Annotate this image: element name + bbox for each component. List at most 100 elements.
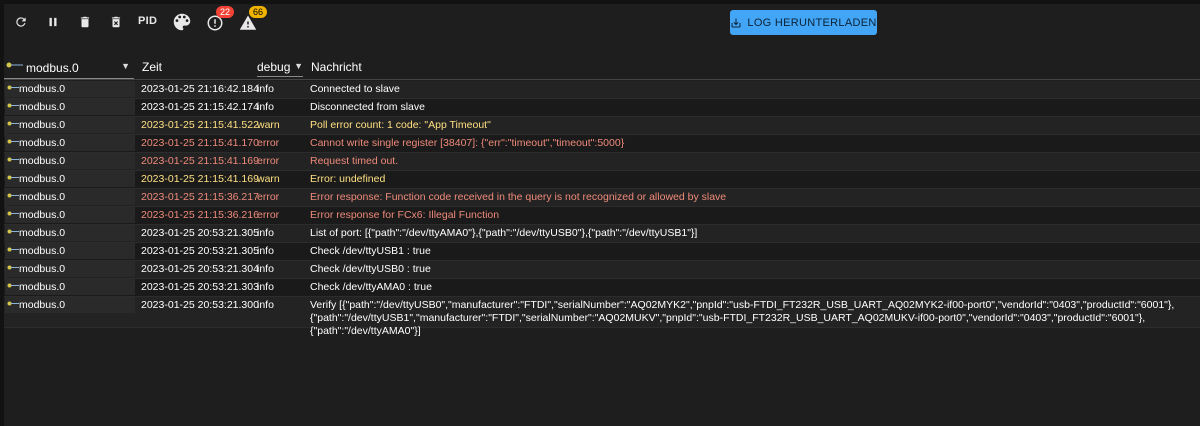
log-source: modbus.0 [19,245,66,257]
log-row: modbus.0 2023-01-25 21:16:42.184 info Conne… [4,81,1200,99]
log-level: info [257,245,274,257]
download-icon [731,18,741,27]
log-source: modbus.0 [19,299,66,311]
log-row: modbus.0 2023-01-25 21:15:41.522 warn Poll … [4,117,1200,135]
log-message: Request timed out. [310,155,399,167]
log-panel: PID 22 66 LOG HERUNTERLADEN modbus.0 ▼ Z… [4,4,1200,426]
log-source: modbus.0 [19,209,66,221]
log-row: modbus.0 2023-01-25 21:15:41.169 error Requ… [4,153,1200,171]
refresh-icon [16,17,26,27]
adapter-icon [7,175,19,180]
log-source: modbus.0 [19,281,66,293]
download-log-button[interactable]: LOG HERUNTERLADEN [730,10,877,35]
log-level: warn [257,119,280,131]
message-column-header: Nachricht [311,60,362,74]
log-level: warn [257,173,280,185]
chevron-down-icon: ▼ [121,61,130,71]
log-message: Error: undefined [310,173,386,185]
log-level: info [257,101,274,113]
log-source-cell: modbus.0 [5,117,135,133]
adapter-icon [7,157,19,162]
log-time: 2023-01-25 20:53:21.305 [141,227,259,239]
adapter-icon [7,265,19,270]
log-source-cell: modbus.0 [5,261,135,277]
log-row: modbus.0 2023-01-25 20:53:21.305 info Check… [4,243,1200,261]
log-message: List of port: [{"path":"/dev/ttyAMA0"},{… [310,227,698,239]
palette-button[interactable] [170,10,194,34]
adapter-icon [7,103,19,108]
log-source: modbus.0 [19,137,66,149]
log-source: modbus.0 [19,155,66,167]
log-source-cell: modbus.0 [5,171,135,187]
log-time: 2023-01-25 21:15:36.216 [141,209,259,221]
log-level: error [257,137,280,149]
log-source-cell: modbus.0 [5,207,135,223]
log-message: Check /dev/ttyAMA0 : true [310,281,432,293]
error-count-badge: 22 [216,6,234,18]
log-time: 2023-01-25 21:15:41.522 [141,119,259,131]
log-source-cell: modbus.0 [5,189,135,205]
log-time: 2023-01-25 21:15:41.169 [141,155,259,167]
log-message: Error response: Function code received i… [310,191,727,203]
log-time: 2023-01-25 20:53:21.304 [141,263,259,275]
log-source: modbus.0 [19,173,66,185]
log-source-cell: modbus.0 [5,81,135,97]
log-row: modbus.0 2023-01-25 20:53:21.303 info Check… [4,279,1200,297]
log-message: Disconnected from slave [310,101,425,113]
log-row: modbus.0 2023-01-25 20:53:21.305 info List … [4,225,1200,243]
time-column-header: Zeit [142,60,163,74]
log-level: error [257,209,280,221]
log-time: 2023-01-25 21:15:41.170 [141,137,259,149]
refresh-button[interactable] [10,11,32,33]
table-header: modbus.0 ▼ Zeit debug ▼ Nachricht [4,54,1200,80]
pause-button[interactable] [42,11,64,33]
pause-icon [49,17,57,27]
chevron-down-icon: ▼ [294,61,303,71]
log-source: modbus.0 [19,227,66,239]
log-row: modbus.0 2023-01-25 21:15:36.217 error Erro… [4,189,1200,207]
log-message: Connected to slave [310,83,400,95]
source-filter-select[interactable]: modbus.0 ▼ [4,60,134,79]
log-message: Check /dev/ttyUSB1 : true [310,245,431,257]
log-time: 2023-01-25 20:53:21.303 [141,281,259,293]
download-log-label: LOG HERUNTERLADEN [747,16,877,29]
log-time: 2023-01-25 21:15:41.169 [141,173,259,185]
level-filter-select[interactable]: debug ▼ [257,60,303,77]
adapter-icon [7,193,19,198]
log-level: error [257,155,280,167]
adapter-icon [7,229,19,234]
log-level: info [257,263,274,275]
log-source: modbus.0 [19,119,66,131]
log-source: modbus.0 [19,263,66,275]
log-time: 2023-01-25 21:15:42.174 [141,101,259,113]
toolbar: PID 22 66 LOG HERUNTERLADEN [4,4,1200,40]
pid-button[interactable]: PID [138,15,157,27]
log-source-cell: modbus.0 [5,279,135,295]
log-row: modbus.0 2023-01-25 21:15:41.170 error Cann… [4,135,1200,153]
log-level: info [257,83,274,95]
log-time: 2023-01-25 20:53:21.305 [141,245,259,257]
log-table-body: modbus.0 2023-01-25 21:16:42.184 info Conne… [4,81,1200,337]
log-source: modbus.0 [19,191,66,203]
trash-icon [80,16,90,28]
palette-icon [173,13,191,31]
log-source-cell: modbus.0 [5,99,135,115]
log-message: Error response for FCx6: Illegal Functio… [310,209,500,221]
log-source: modbus.0 [19,101,66,113]
log-time: 2023-01-25 21:15:36.217 [141,191,259,203]
log-source-cell: modbus.0 [5,225,135,241]
log-source-cell: modbus.0 [5,135,135,151]
adapter-icon [7,301,19,306]
log-level: info [257,227,274,239]
level-filter-value: debug [257,60,291,74]
log-row: modbus.0 2023-01-25 21:15:42.174 info Disco… [4,99,1200,117]
log-source-cell: modbus.0 [5,153,135,169]
delete-button[interactable] [74,11,96,33]
adapter-icon [7,139,19,144]
delete-forever-icon [111,16,121,28]
adapter-icon [7,85,19,90]
source-filter-value: modbus.0 [26,61,79,75]
log-time: 2023-01-25 20:53:21.300 [141,299,259,311]
clear-log-button[interactable] [105,11,127,33]
adapter-icon [7,211,19,216]
